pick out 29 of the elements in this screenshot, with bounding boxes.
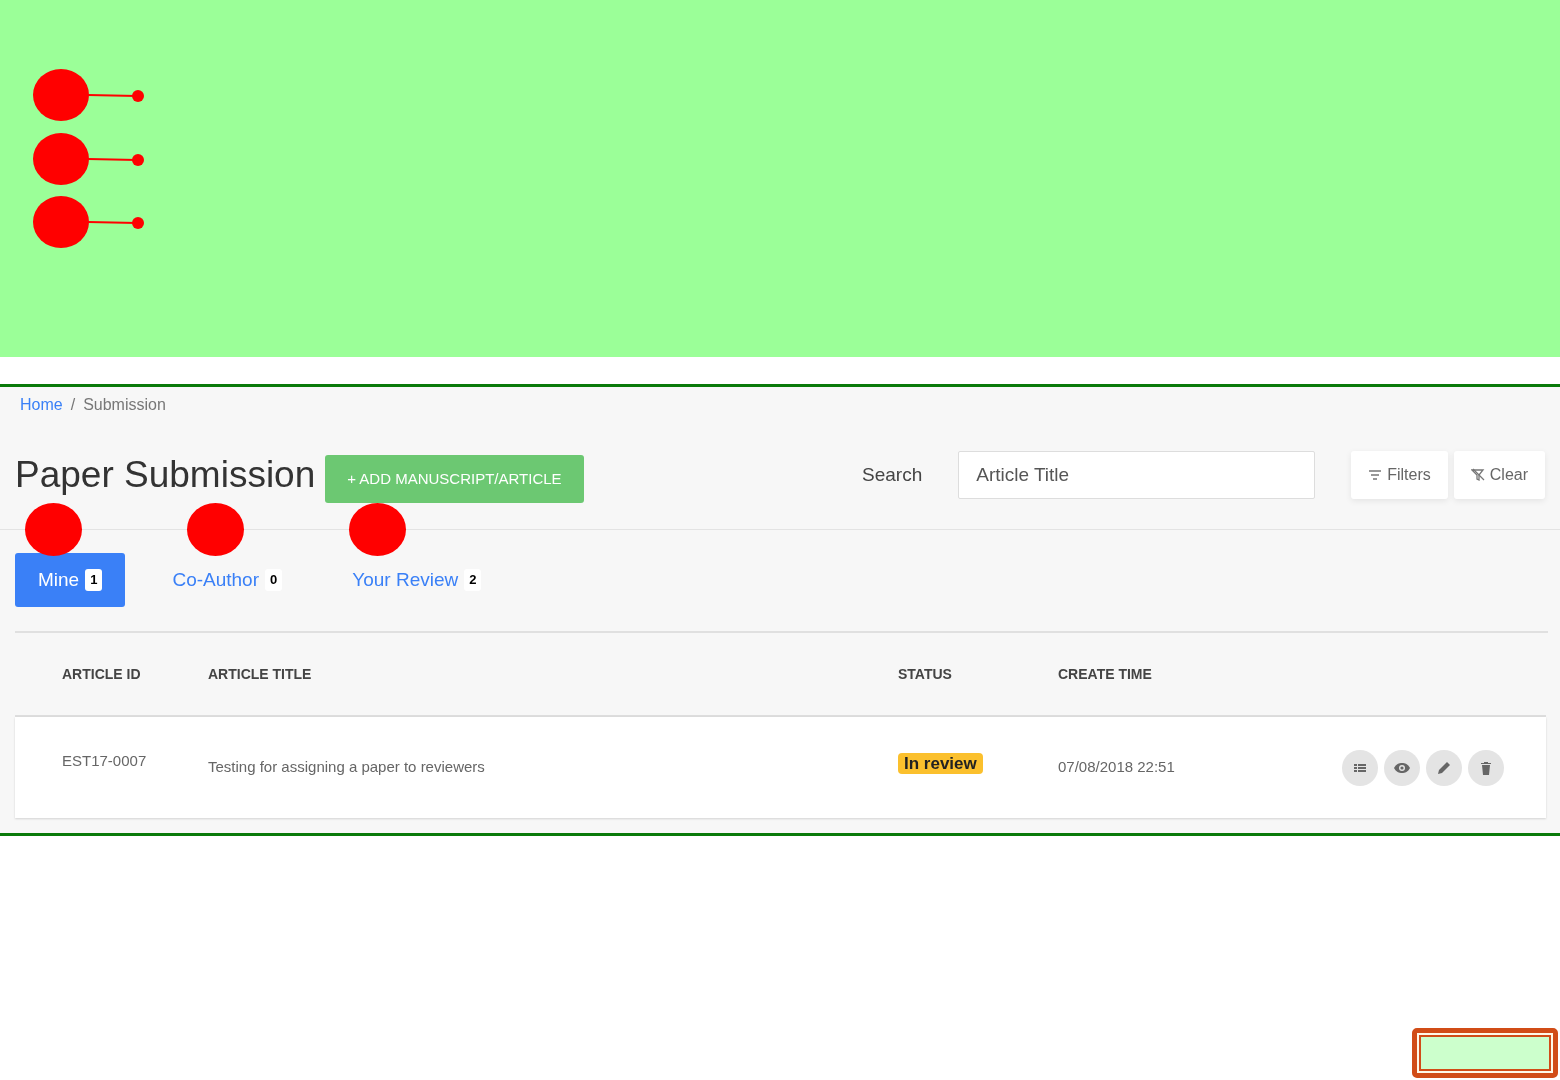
column-header: STATUS	[898, 664, 953, 684]
eye-button[interactable]	[1384, 749, 1420, 786]
filter-icon	[1368, 468, 1383, 482]
breadcrumb-link[interactable]: Home	[20, 396, 63, 413]
count-badge: 0	[265, 569, 283, 591]
count-badge: 2	[464, 569, 482, 591]
table-cell: EST17-0007	[62, 752, 147, 770]
column-header: ARTICLE ID	[61, 664, 142, 684]
search-field[interactable]: Article Title	[958, 451, 1316, 499]
tab[interactable]: Mine 1	[15, 553, 126, 607]
trash-button[interactable]	[1468, 749, 1504, 786]
column-header: ARTICLE TITLE	[208, 664, 313, 684]
page-title: Paper Submission	[15, 452, 316, 497]
count-badge: 1	[85, 569, 103, 591]
clear-button[interactable]: Clear	[1453, 451, 1545, 499]
search-label: Search	[862, 462, 923, 487]
marker-dot	[349, 503, 406, 556]
table-cell: 07/08/2018 22:51	[1058, 758, 1175, 776]
breadcrumb-separator: /	[70, 396, 76, 413]
table-cell: Testing for assigning a paper to reviewers	[208, 758, 485, 776]
column-header: CREATE TIME	[1058, 664, 1153, 684]
marker-dot	[25, 503, 82, 556]
breadcrumb-current: Submission	[83, 396, 166, 413]
clear-filter-icon	[1470, 468, 1485, 482]
marker-dot	[187, 503, 244, 556]
pencil-button[interactable]	[1426, 749, 1462, 786]
list-button[interactable]	[1342, 749, 1378, 786]
status-badge: In review	[898, 752, 983, 774]
filters-button[interactable]: Filters	[1351, 451, 1448, 499]
